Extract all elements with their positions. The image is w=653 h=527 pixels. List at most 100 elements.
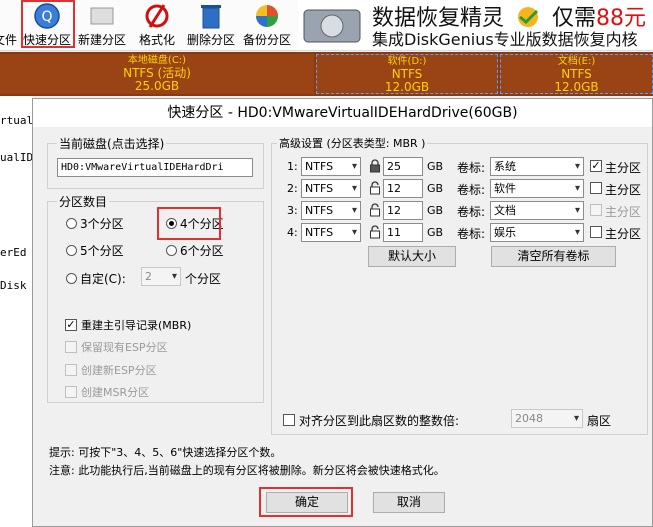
- custom-count-select[interactable]: 2 ▾: [141, 267, 181, 286]
- filesystem-value: NTFS: [305, 204, 334, 217]
- filesystem-select[interactable]: NTFS ▾: [301, 201, 361, 220]
- primary-label: 主分区: [605, 205, 642, 219]
- keep-esp-checkbox[interactable]: [65, 341, 77, 353]
- current-disk-field[interactable]: HD0:VMwareVirtualIDEHardDri: [57, 158, 253, 177]
- new-partition-icon: [90, 7, 114, 25]
- tip-text: 提示: 可按下"3、4、5、6"快速选择分区个数。: [49, 446, 282, 459]
- size-input[interactable]: 25: [383, 157, 423, 176]
- radio-3-partitions[interactable]: [66, 218, 77, 229]
- volume-label-select[interactable]: 娱乐 ▾: [490, 223, 584, 242]
- primary-label: 主分区: [605, 183, 642, 197]
- filesystem-select[interactable]: NTFS ▾: [301, 223, 361, 242]
- chevron-down-icon: ▾: [351, 161, 357, 172]
- partition-c-size: 25.0GB: [134, 79, 180, 93]
- format-button[interactable]: 格式化: [134, 0, 180, 48]
- radio-6-partitions[interactable]: [166, 245, 177, 256]
- row-index: 2:: [287, 182, 298, 195]
- checkmark-badge-icon: [518, 7, 539, 27]
- partition-c[interactable]: 本地磁盘(C:) NTFS (活动) 25.0GB: [0, 54, 314, 94]
- backup-icon: [256, 5, 278, 27]
- dialog-title: 快速分区 - HD0:VMwareVirtualIDEHardDrive(60G…: [33, 99, 652, 127]
- primary-checkbox[interactable]: [590, 226, 602, 238]
- volume-label-value: 娱乐: [494, 226, 516, 239]
- default-size-button[interactable]: 默认大小: [368, 246, 456, 267]
- tree-item[interactable]: Disk: [0, 279, 27, 292]
- size-input[interactable]: 12: [383, 201, 423, 220]
- size-input[interactable]: 12: [383, 179, 423, 198]
- unlock-icon[interactable]: [369, 203, 381, 217]
- filesystem-value: NTFS: [305, 160, 334, 173]
- partition-d-size: 12.0GB: [384, 80, 430, 94]
- radio-custom[interactable]: [66, 273, 77, 284]
- custom-suffix: 个分区: [185, 272, 222, 286]
- primary-checkbox[interactable]: [590, 182, 602, 194]
- custom-label: 自定(C):: [80, 272, 126, 286]
- current-disk-label: 当前磁盘(点击选择): [57, 135, 167, 152]
- volume-label-value: 软件: [494, 182, 516, 195]
- volume-label-select[interactable]: 系统 ▾: [490, 157, 584, 176]
- warning-text: 注意: 此功能执行后,当前磁盘上的现有分区将被删除。新分区将会被快速格式化。: [49, 464, 445, 477]
- partition-d[interactable]: 软件(D:) NTFS 12.0GB: [316, 54, 498, 94]
- chevron-down-icon: ▾: [574, 161, 580, 172]
- new-partition-button[interactable]: 新建分区: [76, 0, 128, 48]
- size-input[interactable]: 11: [383, 223, 423, 242]
- chevron-down-icon: ▾: [574, 205, 580, 216]
- partition-e[interactable]: 文档(E:) NTFS 12.0GB: [500, 54, 653, 94]
- partition-count-label: 分区数目: [57, 193, 110, 210]
- radio-5-label: 5个分区: [80, 244, 124, 258]
- chevron-down-icon: ▾: [574, 183, 580, 194]
- format-icon: [145, 4, 169, 28]
- file-button[interactable]: 文件: [0, 0, 20, 48]
- volume-label-select[interactable]: 文档 ▾: [490, 201, 584, 220]
- ad-banner[interactable]: 数据恢复精灵 仅需88元 集成DiskGenius专业版数据恢复内核: [298, 0, 653, 50]
- chevron-down-icon: ▾: [351, 227, 357, 238]
- create-esp-label: 创建新ESP分区: [81, 364, 157, 377]
- unlock-icon[interactable]: [369, 225, 381, 239]
- volume-label-caption: 卷标:: [457, 205, 486, 219]
- rebuild-mbr-checkbox[interactable]: ✓: [65, 319, 77, 331]
- tree-item[interactable]: ualID: [0, 151, 32, 164]
- create-msr-checkbox[interactable]: [65, 386, 77, 398]
- primary-checkbox[interactable]: ✓: [590, 160, 602, 172]
- size-unit: GB: [427, 160, 444, 173]
- unlock-icon[interactable]: [369, 181, 381, 195]
- filesystem-select[interactable]: NTFS ▾: [301, 179, 361, 198]
- rebuild-mbr-label: 重建主引导记录(MBR): [81, 319, 192, 332]
- volume-label-value: 文档: [494, 204, 516, 217]
- format-label: 格式化: [138, 33, 175, 47]
- create-msr-label: 创建MSR分区: [81, 386, 150, 399]
- lock-icon[interactable]: [369, 159, 381, 173]
- volume-label-caption: 卷标:: [457, 183, 486, 197]
- highlight-quick-partition: [21, 0, 75, 48]
- quick-partition-dialog: 快速分区 - HD0:VMwareVirtualIDEHardDrive(60G…: [32, 98, 653, 527]
- disk-partition-bar: 本地磁盘(C:) NTFS (活动) 25.0GB 软件(D:) NTFS 12…: [0, 52, 653, 96]
- align-checkbox[interactable]: [283, 414, 295, 426]
- highlight-ok-button: [259, 487, 353, 517]
- radio-5-partitions[interactable]: [66, 245, 77, 256]
- primary-checkbox[interactable]: [590, 204, 602, 216]
- primary-label: 主分区: [605, 161, 642, 175]
- clear-labels-button[interactable]: 清空所有卷标: [491, 246, 616, 267]
- volume-label-select[interactable]: 软件 ▾: [490, 179, 584, 198]
- filesystem-select[interactable]: NTFS ▾: [301, 157, 361, 176]
- radio-3-label: 3个分区: [80, 217, 124, 231]
- row-index: 3:: [287, 204, 298, 217]
- filesystem-value: NTFS: [305, 182, 334, 195]
- filesystem-value: NTFS: [305, 226, 334, 239]
- radio-6-label: 6个分区: [180, 244, 224, 258]
- tree-item[interactable]: rtual: [0, 114, 32, 127]
- cancel-button[interactable]: 取消: [373, 492, 445, 513]
- backup-partition-button[interactable]: 备份分区: [240, 0, 294, 48]
- delete-partition-label: 删除分区: [186, 33, 235, 47]
- tree-item[interactable]: erEd: [0, 246, 27, 259]
- trash-icon: [201, 5, 221, 29]
- keep-esp-label: 保留现有ESP分区: [81, 341, 168, 354]
- chevron-down-icon: ▾: [351, 183, 357, 194]
- delete-partition-button[interactable]: 删除分区: [184, 0, 238, 48]
- create-esp-checkbox[interactable]: [65, 364, 77, 376]
- disk-tree: rtual ualID erEd Disk: [0, 96, 32, 527]
- align-sectors-select[interactable]: 2048 ▾: [511, 409, 583, 428]
- advanced-settings-label: 高级设置 (分区表类型: MBR ): [277, 135, 428, 151]
- align-label: 对齐分区到此扇区数的整数倍:: [299, 414, 460, 428]
- size-unit: GB: [427, 226, 444, 239]
